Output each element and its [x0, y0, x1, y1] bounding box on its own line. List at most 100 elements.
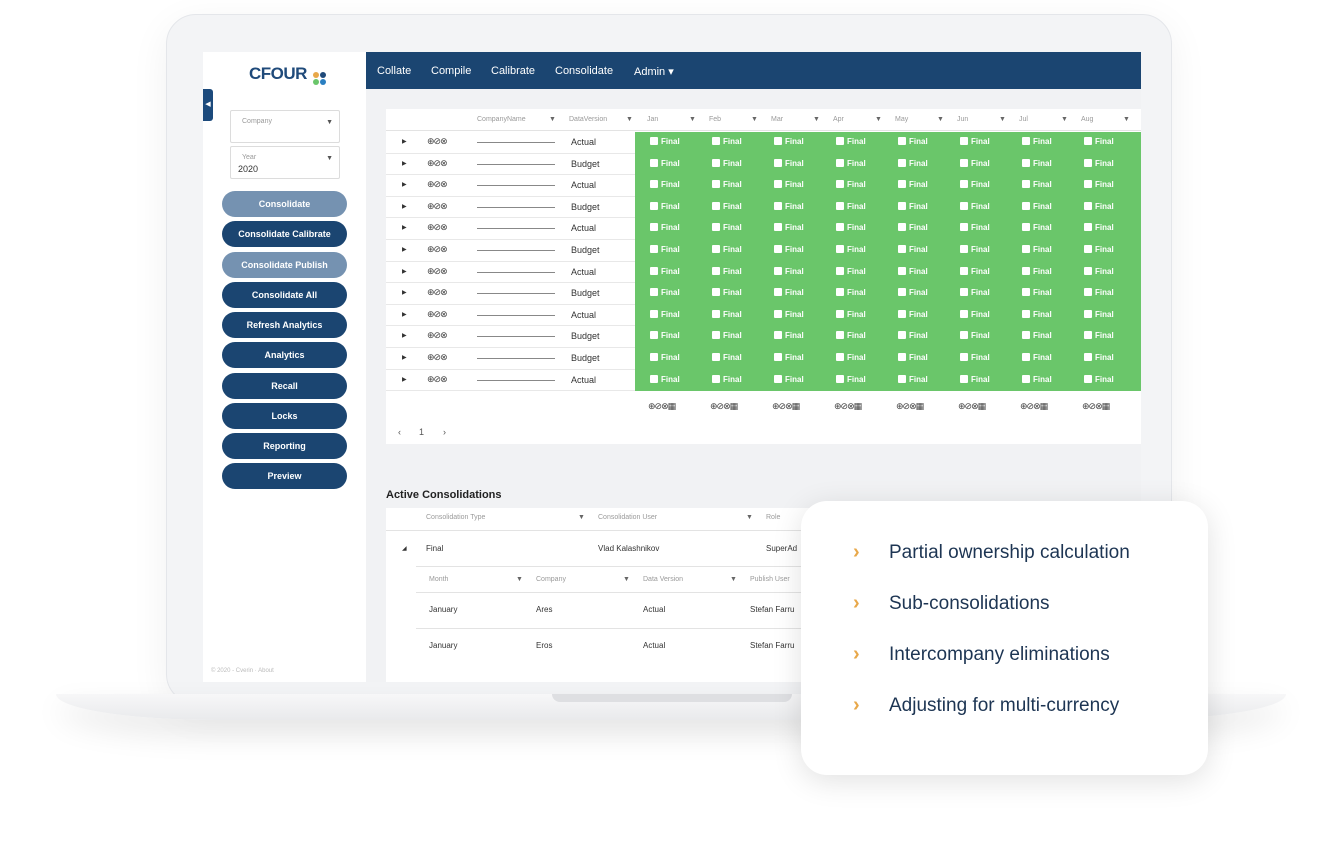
final-cell[interactable]: Final — [836, 353, 866, 362]
final-cell[interactable]: Final — [1084, 201, 1114, 211]
checkbox[interactable] — [650, 223, 658, 232]
final-cell[interactable]: Final — [650, 288, 680, 297]
checkbox[interactable] — [836, 137, 844, 145]
final-cell[interactable]: Final — [960, 353, 990, 362]
final-cell[interactable]: Final — [774, 331, 804, 340]
final-cell[interactable]: Final — [836, 309, 866, 319]
row-actions[interactable]: ⊕⊘⊗ — [427, 266, 448, 277]
final-cell[interactable]: Final — [960, 374, 990, 384]
checkbox[interactable] — [898, 223, 906, 232]
checkbox[interactable] — [1084, 223, 1092, 232]
nav-admin[interactable]: Admin ▾ — [634, 65, 674, 78]
checkbox[interactable] — [650, 245, 658, 253]
checkbox[interactable] — [650, 288, 658, 297]
final-cell[interactable]: Final — [1022, 223, 1052, 232]
filter-icon[interactable]: ▼ — [746, 514, 753, 521]
checkbox[interactable] — [712, 331, 720, 340]
expand-row-icon[interactable]: ▶ — [402, 181, 407, 188]
final-cell[interactable]: Final — [1084, 353, 1114, 362]
checkbox[interactable] — [1022, 201, 1030, 210]
checkbox[interactable] — [898, 374, 906, 383]
checkbox[interactable] — [774, 201, 782, 210]
checkbox[interactable] — [836, 180, 844, 189]
checkbox[interactable] — [774, 180, 782, 189]
final-cell[interactable]: Final — [1084, 331, 1114, 340]
column-actions-jun[interactable]: ⊕⊘⊗▦ — [958, 401, 986, 412]
analytics-button[interactable]: Analytics — [222, 342, 347, 368]
final-cell[interactable]: Final — [960, 288, 990, 297]
locks-button[interactable]: Locks — [222, 403, 347, 429]
final-cell[interactable]: Final — [712, 374, 742, 384]
filter-icon[interactable]: ▼ — [730, 576, 737, 583]
checkbox[interactable] — [650, 309, 658, 318]
filter-icon[interactable]: ▼ — [1123, 116, 1130, 123]
checkbox[interactable] — [774, 331, 782, 340]
checkbox[interactable] — [712, 201, 720, 210]
checkbox[interactable] — [960, 201, 968, 210]
checkbox[interactable] — [774, 137, 782, 145]
column-actions-apr[interactable]: ⊕⊘⊗▦ — [834, 401, 862, 412]
final-cell[interactable]: Final — [960, 137, 990, 146]
preview-button[interactable]: Preview — [222, 463, 347, 489]
checkbox[interactable] — [836, 201, 844, 210]
final-cell[interactable]: Final — [898, 309, 928, 319]
checkbox[interactable] — [836, 266, 844, 275]
final-cell[interactable]: Final — [960, 201, 990, 211]
checkbox[interactable] — [1022, 374, 1030, 383]
final-cell[interactable]: Final — [898, 266, 928, 276]
final-cell[interactable]: Final — [712, 180, 742, 189]
checkbox[interactable] — [650, 201, 658, 210]
checkbox[interactable] — [1022, 180, 1030, 189]
final-cell[interactable]: Final — [712, 201, 742, 211]
checkbox[interactable] — [898, 180, 906, 189]
checkbox[interactable] — [1084, 374, 1092, 383]
final-cell[interactable]: Final — [836, 158, 866, 168]
filter-icon[interactable]: ▼ — [813, 116, 820, 123]
final-cell[interactable]: Final — [836, 288, 866, 297]
checkbox[interactable] — [898, 158, 906, 167]
checkbox[interactable] — [650, 331, 658, 340]
final-cell[interactable]: Final — [960, 180, 990, 189]
checkbox[interactable] — [836, 353, 844, 361]
checkbox[interactable] — [712, 158, 720, 167]
checkbox[interactable] — [898, 353, 906, 361]
filter-icon[interactable]: ▼ — [549, 116, 556, 123]
expand-row-icon[interactable]: ▶ — [402, 224, 407, 231]
final-cell[interactable]: Final — [650, 180, 680, 189]
final-cell[interactable]: Final — [1084, 158, 1114, 168]
recall-button[interactable]: Recall — [222, 373, 347, 399]
final-cell[interactable]: Final — [650, 353, 680, 362]
final-cell[interactable]: Final — [960, 245, 990, 254]
checkbox[interactable] — [898, 309, 906, 318]
final-cell[interactable]: Final — [1084, 374, 1114, 384]
checkbox[interactable] — [712, 180, 720, 189]
checkbox[interactable] — [774, 245, 782, 253]
pager-prev-icon[interactable]: ‹ — [398, 427, 401, 437]
final-cell[interactable]: Final — [960, 331, 990, 340]
checkbox[interactable] — [1084, 353, 1092, 361]
final-cell[interactable]: Final — [898, 180, 928, 189]
refresh-analytics-button[interactable]: Refresh Analytics — [222, 312, 347, 338]
checkbox[interactable] — [960, 223, 968, 232]
final-cell[interactable]: Final — [650, 223, 680, 232]
checkbox[interactable] — [774, 158, 782, 167]
reporting-button[interactable]: Reporting — [222, 433, 347, 459]
final-cell[interactable]: Final — [774, 223, 804, 232]
final-cell[interactable]: Final — [1084, 137, 1114, 146]
checkbox[interactable] — [960, 180, 968, 189]
checkbox[interactable] — [898, 266, 906, 275]
consolidate-publish-button[interactable]: Consolidate Publish — [222, 252, 347, 278]
final-cell[interactable]: Final — [960, 266, 990, 276]
checkbox[interactable] — [960, 158, 968, 167]
final-cell[interactable]: Final — [1084, 245, 1114, 254]
expand-row-icon[interactable]: ▶ — [402, 376, 407, 383]
final-cell[interactable]: Final — [650, 309, 680, 319]
checkbox[interactable] — [774, 223, 782, 232]
row-actions[interactable]: ⊕⊘⊗ — [427, 201, 448, 212]
checkbox[interactable] — [1022, 266, 1030, 275]
filter-icon[interactable]: ▼ — [999, 116, 1006, 123]
expand-row-icon[interactable]: ▶ — [402, 354, 407, 361]
final-cell[interactable]: Final — [650, 331, 680, 340]
final-cell[interactable]: Final — [1084, 309, 1114, 319]
final-cell[interactable]: Final — [898, 223, 928, 232]
